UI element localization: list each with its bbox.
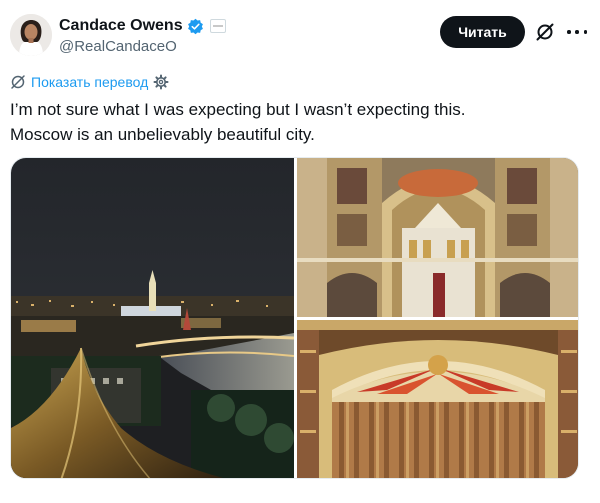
avatar[interactable] (10, 14, 52, 56)
avatar-photo (10, 14, 52, 56)
settings-gear-icon[interactable] (153, 74, 169, 90)
translate-link[interactable]: Показать перевод (10, 74, 169, 90)
affiliate-badge-icon[interactable] (209, 19, 226, 33)
translate-label[interactable]: Показать перевод (31, 74, 148, 90)
photo-cathedral-interior[interactable] (297, 158, 578, 317)
tweet-text-line-2: Moscow is an unbelievably beautiful city… (10, 125, 315, 144)
media-grid (10, 157, 579, 479)
tweet-text: I’m not sure what I was expecting but I … (10, 97, 585, 147)
author-names: Candace Owens @RealCandaceO (59, 15, 226, 55)
author-handle[interactable]: @RealCandaceO (59, 38, 226, 55)
grok-icon[interactable] (535, 22, 555, 42)
tweet-text-line-1: I’m not sure what I was expecting but I … (10, 100, 466, 119)
tweet-header: Candace Owens @RealCandaceO Читать (10, 12, 590, 62)
photo-moscow-night[interactable] (11, 158, 294, 478)
photo-theatre-curtain[interactable] (297, 320, 578, 478)
follow-button[interactable]: Читать (440, 16, 525, 48)
display-name[interactable]: Candace Owens (59, 17, 183, 35)
verified-badge-icon (187, 18, 203, 34)
translate-icon (11, 75, 25, 89)
more-icon[interactable] (567, 22, 587, 42)
